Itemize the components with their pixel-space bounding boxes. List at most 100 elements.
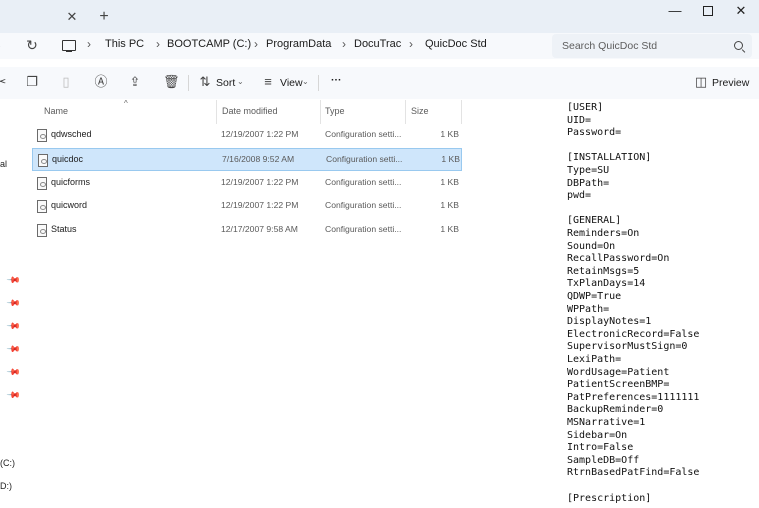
sort-ascending-icon: ^ [124,99,128,108]
pin-icon: 📌 [6,387,22,403]
close-button[interactable]: ✕ [727,2,755,20]
address-row: › ↻ › This PC › BOOTCAMP (C:) › ProgramD… [0,33,759,59]
column-divider[interactable] [320,100,321,124]
cut-icon[interactable]: ✂ [0,75,8,89]
chevron-right-icon[interactable]: › [87,37,91,51]
breadcrumb-programdata[interactable]: ProgramData [266,38,331,50]
file-date: 12/17/2007 9:58 AM [221,224,298,234]
file-type: Configuration setti... [325,200,402,210]
breadcrumb-quicdoc-std[interactable]: QuicDoc Std [425,38,487,50]
file-name: quicdoc [52,154,84,164]
view-button[interactable]: View [280,77,303,89]
paste-icon[interactable]: ▯ [59,75,73,89]
refresh-icon[interactable]: ↻ [24,37,40,53]
file-size: 1 KB [440,177,459,187]
file-row[interactable]: Status 12/17/2007 9:58 AM Configuration … [32,219,461,241]
preview-line: DisplayNotes=1 [567,316,652,328]
chevron-down-icon[interactable]: ⌄ [302,77,309,86]
navigation-pane: al 📌 📌 📌 📌 📌 📌 (C:) D:) [0,100,24,508]
column-divider[interactable] [461,100,462,124]
file-row[interactable]: qdwsched 12/19/2007 1:22 PM Configuratio… [32,124,461,146]
file-name: quicforms [51,177,91,187]
command-bar: ✂ ❐ ▯ Ⓐ ⇪ 🗑 ⇅ Sort ⌄ ≡ View ⌄ ··· ◫ Prev… [0,67,759,99]
search-input[interactable]: Search QuicDoc Std [562,40,657,52]
preview-line: RecallPassword=On [567,253,670,265]
nav-item-partial[interactable]: al [0,159,7,169]
file-type: Configuration setti... [326,154,403,164]
preview-line: BackupReminder=0 [567,404,664,416]
back-icon[interactable]: › [0,37,10,53]
chevron-right-icon[interactable]: › [156,37,160,51]
file-size: 1 KB [440,200,459,210]
preview-line: Password= [567,127,622,139]
preview-button[interactable]: Preview [712,77,749,89]
column-header-date[interactable]: Date modified [222,106,278,116]
preview-line: pwd= [567,190,592,202]
file-name: qdwsched [51,129,92,139]
file-size: 1 KB [440,129,459,139]
file-date: 12/19/2007 1:22 PM [221,177,299,187]
file-row-selected[interactable]: quicdoc 7/16/2008 9:52 AM Configuration … [32,148,462,171]
preview-line: Intro=False [567,442,634,454]
config-file-icon [38,154,48,167]
minimize-button[interactable]: — [661,2,689,20]
chevron-right-icon[interactable]: › [342,37,346,51]
breadcrumb-this-pc[interactable]: This PC [105,38,144,50]
preview-line: RtrnBasedPatFind=False [567,467,700,479]
sort-icon[interactable]: ⇅ [198,75,212,89]
column-divider[interactable] [405,100,406,124]
nav-item-drive-c[interactable]: (C:) [0,458,15,468]
chevron-right-icon[interactable]: › [254,37,258,51]
new-tab-button[interactable]: + [95,8,113,26]
view-icon[interactable]: ≡ [261,75,275,89]
preview-line: [USER] [567,102,604,113]
breadcrumb-bootcamp[interactable]: BOOTCAMP (C:) [167,38,251,50]
chevron-down-icon[interactable]: ⌄ [237,77,244,86]
address-bar[interactable]: › This PC › BOOTCAMP (C:) › ProgramData … [54,33,544,59]
file-type: Configuration setti... [325,129,402,139]
file-type: Configuration setti... [325,224,402,234]
preview-line: [Prescription] [567,492,652,504]
preview-line: ElectronicRecord=False [567,328,700,340]
config-file-icon [37,129,47,142]
pin-icon: 📌 [6,341,22,357]
file-type: Configuration setti... [325,177,402,187]
sort-button[interactable]: Sort [216,77,235,89]
toolbar-divider [188,75,189,91]
delete-icon[interactable]: 🗑 [163,75,180,89]
column-header-size[interactable]: Size [411,106,429,116]
share-icon[interactable]: ⇪ [128,75,142,89]
search-box[interactable]: Search QuicDoc Std [552,34,752,58]
preview-line: [GENERAL] [567,215,622,227]
column-header-type[interactable]: Type [325,106,345,116]
file-date: 7/16/2008 9:52 AM [222,154,295,164]
column-divider[interactable] [216,100,217,124]
file-size: 1 KB [440,224,459,234]
maximize-button[interactable] [694,2,722,20]
rename-icon[interactable]: Ⓐ [94,75,108,89]
preview-line: [INSTALLATION] [567,152,652,164]
preview-line: Reminders=On [567,228,640,239]
preview-line: PatPreferences=1111111 [567,391,700,403]
preview-pane-icon[interactable]: ◫ [694,75,708,89]
pin-icon: 📌 [6,364,22,380]
file-row[interactable]: quicforms 12/19/2007 1:22 PM Configurati… [32,172,461,194]
preview-line: MSNarrative=1 [567,417,646,428]
preview-line: SupervisorMustSign=0 [567,341,688,353]
nav-item-drive-d[interactable]: D:) [0,481,12,491]
pin-icon: 📌 [6,295,22,311]
chevron-right-icon[interactable]: › [409,37,413,51]
tab-close-button[interactable]: ✕ [64,9,80,25]
preview-line: Sidebar=On [567,429,628,441]
file-date: 12/19/2007 1:22 PM [221,200,299,210]
column-header-name[interactable]: Name [44,106,68,116]
pin-icon: 📌 [6,272,22,288]
file-row[interactable]: quicword 12/19/2007 1:22 PM Configuratio… [32,195,461,217]
search-icon[interactable] [734,41,743,50]
config-file-icon [37,224,47,237]
preview-pane[interactable]: [USER] UID= Password= [INSTALLATION] Type=SU… [562,100,759,508]
copy-icon[interactable]: ❐ [25,75,39,89]
more-options-button[interactable]: ··· [331,74,342,86]
file-name: quicword [51,200,88,210]
breadcrumb-docutrac[interactable]: DocuTrac [354,38,401,50]
